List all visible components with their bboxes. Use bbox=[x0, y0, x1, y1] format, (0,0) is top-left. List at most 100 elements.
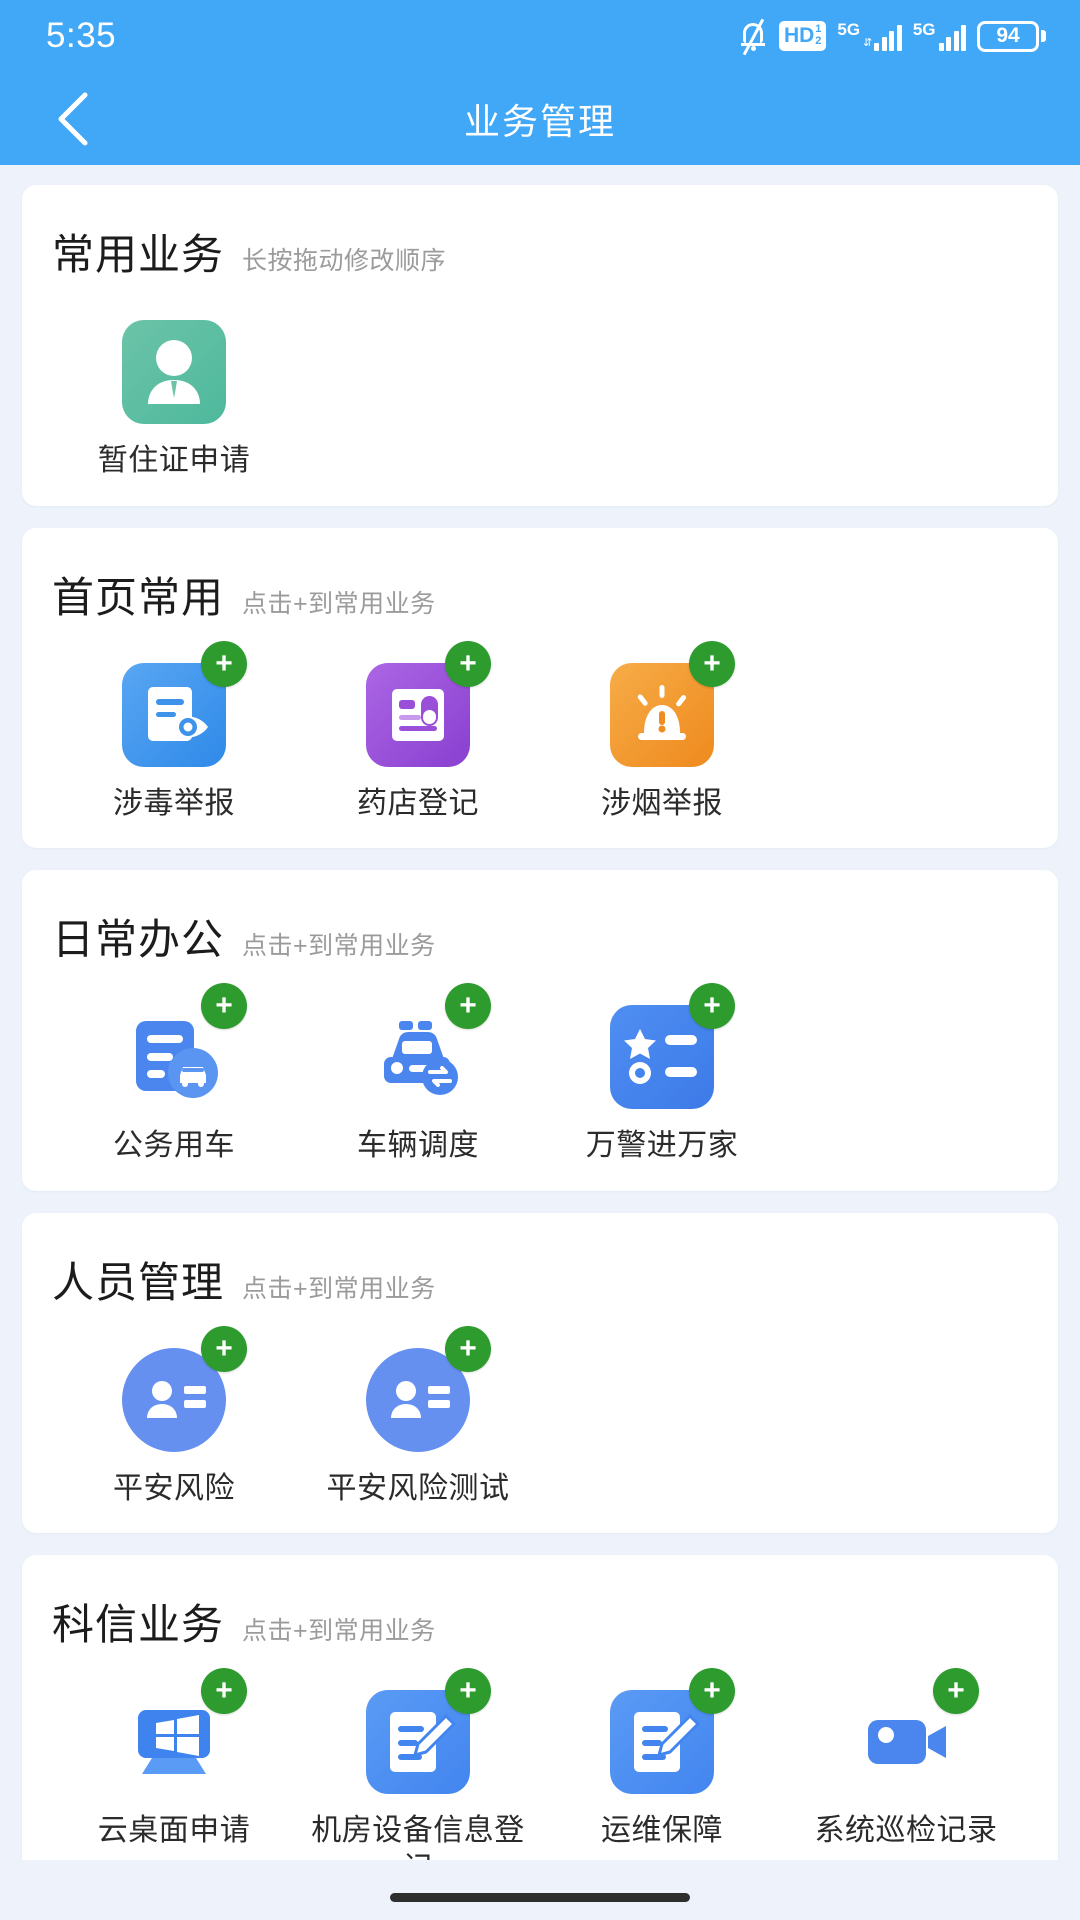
signal-sim2: 5G bbox=[913, 21, 966, 51]
section-item-grid: + 涉毒举报 + 药店登记 + 涉烟举报 bbox=[52, 635, 1028, 823]
app-item-label: 云桌面申请 bbox=[97, 1814, 251, 1847]
battery-percent: 94 bbox=[996, 24, 1020, 47]
add-to-common-button[interactable]: + bbox=[689, 983, 735, 1029]
add-to-common-button[interactable]: + bbox=[201, 1325, 247, 1372]
app-item-server-room-equipment-registration[interactable]: + 机房设备信息登记 bbox=[296, 1662, 540, 1887]
app-item-official-vehicle[interactable]: + 公务用车 bbox=[52, 977, 296, 1165]
person-tie-icon bbox=[122, 320, 226, 424]
add-to-common-button[interactable]: + bbox=[933, 1668, 979, 1714]
section-card-common-business: 常用业务 长按拖动修改顺序 暂住证申请 bbox=[22, 185, 1058, 506]
app-item-police-into-homes[interactable]: + 万警进万家 bbox=[540, 977, 784, 1165]
icon-wrapper: + bbox=[587, 640, 737, 767]
icon-wrapper: + bbox=[99, 640, 249, 767]
icon-wrapper: + bbox=[343, 640, 493, 767]
section-header: 人员管理 点击+到常用业务 bbox=[52, 1249, 1028, 1310]
app-item-label: 平安风险 bbox=[113, 1471, 235, 1505]
section-header: 首页常用 点击+到常用业务 bbox=[52, 564, 1028, 625]
add-to-common-button[interactable]: + bbox=[201, 640, 247, 687]
app-item-label: 药店登记 bbox=[357, 786, 479, 820]
screen-root: 5:35 HD 1 2 5G ⇵ 5G 94 业务管理 常用业务 长按拖动修改顺… bbox=[0, 0, 1080, 1920]
status-bar: 5:35 HD 1 2 5G ⇵ 5G 94 bbox=[0, 0, 1080, 72]
icon-wrapper: + bbox=[99, 1325, 249, 1452]
icon-wrapper: + bbox=[587, 983, 737, 1109]
icon-wrapper bbox=[99, 320, 249, 424]
section-subtitle: 点击+到常用业务 bbox=[242, 1617, 436, 1645]
section-title: 人员管理 bbox=[52, 1258, 225, 1306]
section-header: 常用业务 长按拖动修改顺序 bbox=[52, 221, 1028, 282]
section-title: 常用业务 bbox=[52, 231, 225, 278]
icon-wrapper: + bbox=[343, 1668, 493, 1794]
home-indicator bbox=[390, 1893, 690, 1902]
status-bar-icons: HD 1 2 5G ⇵ 5G 94 bbox=[739, 18, 1046, 55]
add-to-common-button[interactable]: + bbox=[201, 983, 247, 1029]
signal-bars-icon bbox=[874, 22, 902, 51]
icon-wrapper: + bbox=[99, 983, 249, 1109]
back-button[interactable] bbox=[36, 83, 108, 155]
status-bar-clock: 5:35 bbox=[46, 16, 117, 55]
hd-sim-bottom: 2 bbox=[815, 34, 822, 47]
app-item-vehicle-dispatch[interactable]: + 车辆调度 bbox=[296, 977, 540, 1165]
icon-wrapper: + bbox=[343, 1325, 493, 1452]
hd-voice-icon: HD 1 2 bbox=[778, 21, 827, 51]
data-arrows-icon: ⇵ bbox=[863, 37, 873, 49]
icon-wrapper: + bbox=[343, 983, 493, 1109]
signal-bars-icon bbox=[938, 22, 966, 51]
hd-label: HD bbox=[783, 24, 815, 47]
section-subtitle: 点击+到常用业务 bbox=[242, 1274, 436, 1303]
app-item-label: 车辆调度 bbox=[357, 1129, 479, 1162]
section-card-home-frequent: 首页常用 点击+到常用业务 + 涉毒举报 + 药店登记 + 涉烟举报 bbox=[22, 527, 1058, 848]
section-title: 科信业务 bbox=[52, 1601, 225, 1648]
app-item-pharmacy-registration[interactable]: + 药店登记 bbox=[296, 635, 540, 823]
app-item-temp-residence-permit[interactable]: 暂住证申请 bbox=[52, 292, 296, 480]
section-item-grid: 暂住证申请 bbox=[52, 292, 1028, 480]
bell-mute-icon bbox=[739, 18, 768, 55]
app-item-safety-risk-test[interactable]: + 平安风险测试 bbox=[296, 1320, 540, 1508]
sim2-network-label: 5G bbox=[912, 20, 936, 39]
app-item-label: 万警进万家 bbox=[585, 1129, 739, 1162]
section-item-grid: + 平安风险 + 平安风险测试 bbox=[52, 1320, 1028, 1508]
hd-sim-top: 1 bbox=[815, 22, 822, 35]
section-subtitle: 点击+到常用业务 bbox=[242, 932, 436, 960]
app-item-operation-maintenance[interactable]: + 运维保障 bbox=[540, 1662, 784, 1887]
signal-sim1: 5G ⇵ bbox=[837, 20, 902, 51]
add-to-common-button[interactable]: + bbox=[689, 1668, 735, 1714]
add-to-common-button[interactable]: + bbox=[445, 1668, 491, 1714]
add-to-common-button[interactable]: + bbox=[201, 1668, 247, 1714]
sections-scroll-area[interactable]: 常用业务 长按拖动修改顺序 暂住证申请 首页常用 点击+到常用业务 + 涉毒举报… bbox=[0, 165, 1080, 1920]
chevron-left-icon bbox=[58, 92, 88, 145]
app-item-tobacco-report[interactable]: + 涉烟举报 bbox=[540, 635, 784, 823]
app-item-system-inspection-record[interactable]: + 系统巡检记录 bbox=[784, 1662, 1028, 1887]
section-card-personnel-management: 人员管理 点击+到常用业务 + 平安风险 + 平安风险测试 bbox=[22, 1212, 1058, 1533]
add-to-common-button[interactable]: + bbox=[445, 983, 491, 1029]
icon-wrapper: + bbox=[831, 1668, 981, 1794]
add-to-common-button[interactable]: + bbox=[689, 640, 735, 687]
sim1-network-label: 5G bbox=[837, 20, 861, 39]
add-to-common-button[interactable]: + bbox=[445, 640, 491, 687]
app-item-safety-risk[interactable]: + 平安风险 bbox=[52, 1320, 296, 1508]
section-card-daily-office: 日常办公 点击+到常用业务 + 公务用车 + 车辆调度 + 万警进万家 bbox=[22, 870, 1058, 1191]
app-item-label: 平安风险测试 bbox=[326, 1471, 510, 1505]
icon-wrapper: + bbox=[587, 1668, 737, 1794]
section-subtitle: 长按拖动修改顺序 bbox=[242, 247, 447, 275]
section-header: 日常办公 点击+到常用业务 bbox=[52, 906, 1028, 967]
section-item-grid: + 公务用车 + 车辆调度 + 万警进万家 bbox=[52, 977, 1028, 1165]
add-to-common-button[interactable]: + bbox=[445, 1325, 491, 1372]
app-header: 业务管理 bbox=[0, 72, 1080, 165]
page-title: 业务管理 bbox=[463, 100, 616, 142]
section-title: 日常办公 bbox=[52, 916, 225, 963]
bottom-mask bbox=[0, 1860, 1080, 1920]
icon-wrapper: + bbox=[99, 1668, 249, 1794]
app-item-cloud-desktop-request[interactable]: + 云桌面申请 bbox=[52, 1662, 296, 1887]
battery-icon: 94 bbox=[977, 20, 1046, 52]
app-item-label: 系统巡检记录 bbox=[814, 1814, 998, 1847]
section-title: 首页常用 bbox=[52, 573, 225, 621]
app-item-label: 涉烟举报 bbox=[601, 786, 723, 820]
section-item-grid: + 云桌面申请 + 机房设备信息登 + 运维保障 + 系统巡检记录 bbox=[52, 1662, 1028, 1887]
app-item-label: 运维保障 bbox=[601, 1814, 723, 1847]
app-item-label: 暂住证申请 bbox=[97, 444, 251, 477]
app-item-label: 公务用车 bbox=[113, 1129, 235, 1162]
app-item-label: 涉毒举报 bbox=[113, 786, 235, 820]
section-header: 科信业务 点击+到常用业务 bbox=[52, 1591, 1028, 1652]
section-subtitle: 点击+到常用业务 bbox=[242, 589, 436, 618]
app-item-drug-report[interactable]: + 涉毒举报 bbox=[52, 635, 296, 823]
